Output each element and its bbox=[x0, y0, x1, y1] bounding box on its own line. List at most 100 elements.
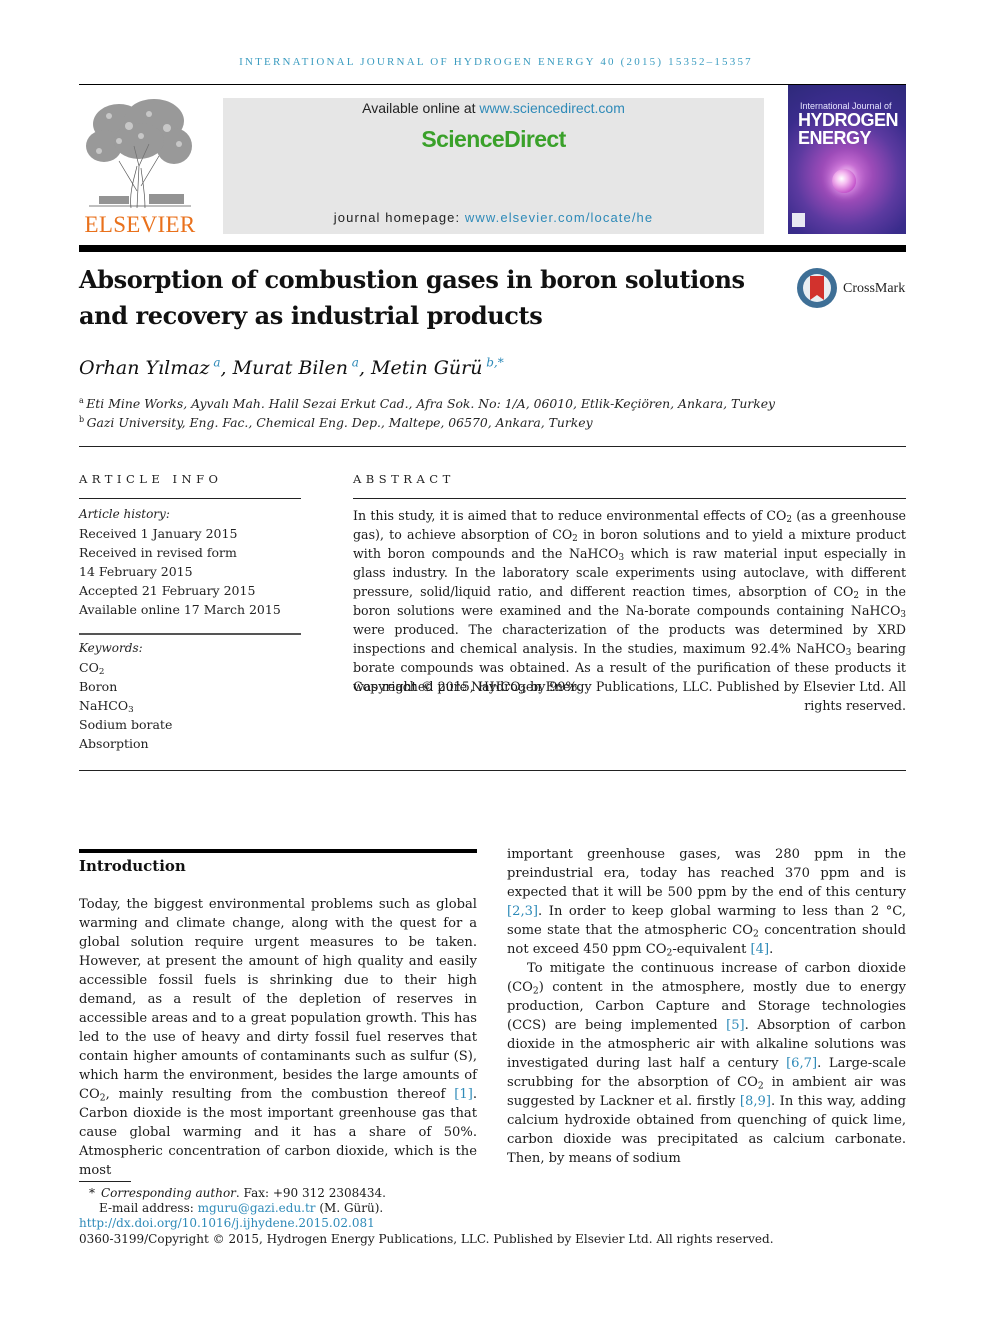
cover-title-line1: HYDROGEN bbox=[798, 110, 899, 130]
asterisk-marker: * bbox=[89, 1186, 101, 1200]
affiliation-key: b bbox=[79, 414, 85, 424]
available-online-prefix: Available online at bbox=[362, 100, 480, 116]
introduction-rule bbox=[79, 849, 477, 853]
article-info-divider bbox=[79, 498, 301, 499]
body-paragraph: important greenhouse gases, was 280 ppm … bbox=[507, 845, 906, 959]
body-paragraph: To mitigate the continuous increase of c… bbox=[507, 959, 906, 1168]
doi-footnote: http://dx.doi.org/10.1016/j.ijhydene.201… bbox=[79, 1216, 375, 1230]
body-column-right: important greenhouse gases, was 280 ppm … bbox=[507, 845, 906, 1168]
article-title-line1: Absorption of combustion gases in boron … bbox=[79, 265, 745, 294]
text-run: were produced. The characterization of t… bbox=[353, 622, 906, 656]
history-accepted: Accepted 21 February 2015 bbox=[79, 583, 256, 598]
footnote-divider bbox=[79, 1181, 131, 1182]
header-divider bbox=[79, 245, 906, 252]
affiliation-text: Gazi University, Eng. Fac., Chemical Eng… bbox=[86, 415, 593, 430]
fax-text: . Fax: +90 312 2308434. bbox=[235, 1186, 386, 1200]
affiliation-divider bbox=[79, 446, 906, 447]
citation-link[interactable]: [6,7] bbox=[786, 1056, 817, 1071]
journal-homepage-link[interactable]: www.elsevier.com/locate/he bbox=[465, 210, 653, 225]
keyword-item[interactable]: Boron bbox=[79, 679, 117, 694]
email-owner: (M. Gürü). bbox=[315, 1201, 384, 1215]
keyword-item[interactable]: Sodium borate bbox=[79, 717, 172, 732]
abstract-heading: ABSTRACT bbox=[353, 472, 455, 486]
sciencedirect-wordmark[interactable]: ScienceDirect bbox=[223, 126, 764, 153]
author-affiliation-marker[interactable]: a bbox=[352, 356, 359, 370]
abstract-body: In this study, it is aimed that to reduc… bbox=[353, 506, 906, 696]
affiliation-a: a Eti Mine Works, Ayvalı Mah. Halil Seza… bbox=[79, 396, 775, 411]
journal-cover-image[interactable]: International Journal of HYDROGEN ENERGY bbox=[788, 85, 906, 234]
author-separator: , bbox=[358, 357, 372, 379]
available-online-text: Available online at www.sciencedirect.co… bbox=[223, 100, 764, 116]
abstract-end-divider bbox=[79, 770, 906, 771]
journal-homepage-text: journal homepage: www.elsevier.com/locat… bbox=[223, 210, 764, 225]
author-separator: , bbox=[220, 357, 233, 379]
abstract-divider bbox=[353, 498, 906, 499]
sciencedirect-banner: Available online at www.sciencedirect.co… bbox=[223, 98, 764, 234]
issn-copyright: 0360-3199/Copyright © 2015, Hydrogen Ene… bbox=[79, 1232, 774, 1246]
running-header: INTERNATIONAL JOURNAL OF HYDROGEN ENERGY… bbox=[239, 56, 753, 68]
elsevier-wordmark: ELSEVIER bbox=[84, 212, 196, 237]
author-list: Orhan Yılmaz a, Murat Bilen a, Metin Gür… bbox=[79, 357, 504, 379]
article-info-heading: ARTICLE INFO bbox=[79, 472, 223, 486]
text-run: , mainly resulting from the combustion t… bbox=[105, 1087, 455, 1102]
keyword-text: Absorption bbox=[79, 736, 149, 751]
history-revised-date: 14 February 2015 bbox=[79, 564, 193, 579]
text-run: . bbox=[769, 942, 774, 957]
keyword-item[interactable]: NaHCO3 bbox=[79, 698, 134, 716]
keyword-text: CO bbox=[79, 660, 99, 675]
keywords-divider bbox=[79, 633, 301, 635]
citation-link[interactable]: [1] bbox=[454, 1087, 473, 1102]
affiliation-text: Eti Mine Works, Ayvalı Mah. Halil Sezai … bbox=[86, 396, 776, 411]
email-footnote: E-mail address: mguru@gazi.edu.tr (M. Gü… bbox=[79, 1201, 383, 1215]
author-name[interactable]: Murat Bilen bbox=[233, 357, 348, 379]
cover-title-line2: ENERGY bbox=[798, 128, 872, 148]
text-run: -equivalent bbox=[672, 942, 751, 957]
top-rule bbox=[79, 84, 906, 85]
article-title-line2: and recovery as industrial products bbox=[79, 301, 543, 330]
introduction-heading: Introduction bbox=[79, 857, 186, 875]
crossmark-button[interactable]: CrossMark bbox=[797, 268, 909, 310]
cover-title-main: HYDROGEN ENERGY bbox=[798, 110, 899, 148]
cover-orb-graphic bbox=[832, 169, 856, 193]
body-paragraph: Today, the biggest environmental problem… bbox=[79, 895, 477, 1180]
keywords-label: Keywords: bbox=[79, 641, 143, 655]
text-run: Today, the biggest environmental problem… bbox=[79, 897, 477, 1102]
keyword-item[interactable]: CO2 bbox=[79, 660, 105, 678]
affiliation-b: b Gazi University, Eng. Fac., Chemical E… bbox=[79, 415, 593, 430]
abstract-copyright: Copyright © 2015, Hydrogen Energy Public… bbox=[353, 679, 906, 713]
affiliation-key: a bbox=[79, 395, 84, 405]
citation-link[interactable]: [8,9] bbox=[740, 1094, 771, 1109]
article-history-label: Article history: bbox=[79, 507, 170, 521]
corresponding-author-label: Corresponding author bbox=[101, 1186, 236, 1200]
keyword-subscript: 2 bbox=[98, 667, 105, 678]
author-affiliation-marker[interactable]: b,* bbox=[486, 356, 504, 370]
sciencedirect-link[interactable]: www.sciencedirect.com bbox=[479, 100, 625, 116]
corresponding-author-footnote: * Corresponding author. Fax: +90 312 230… bbox=[79, 1186, 386, 1200]
text-run: In this study, it is aimed that to reduc… bbox=[353, 508, 787, 523]
history-available-online: Available online 17 March 2015 bbox=[79, 602, 281, 617]
citation-link[interactable]: [4] bbox=[751, 942, 770, 957]
cover-publisher-icon bbox=[792, 213, 805, 227]
article-title: Absorption of combustion gases in boron … bbox=[79, 262, 779, 334]
email-link[interactable]: mguru@gazi.edu.tr bbox=[198, 1201, 316, 1215]
email-label: E-mail address: bbox=[99, 1201, 198, 1215]
author-affiliation-marker[interactable]: a bbox=[213, 356, 220, 370]
text-run: important greenhouse gases, was 280 ppm … bbox=[507, 847, 906, 900]
subscript: 3 bbox=[900, 610, 906, 621]
crossmark-label: CrossMark bbox=[843, 281, 906, 296]
citation-link[interactable]: [2,3] bbox=[507, 904, 538, 919]
keyword-subscript: 3 bbox=[128, 705, 134, 716]
body-column-left: Today, the biggest environmental problem… bbox=[79, 895, 477, 1180]
keyword-text: Boron bbox=[79, 679, 118, 694]
author-name[interactable]: Orhan Yılmaz bbox=[79, 357, 210, 379]
keyword-item[interactable]: Absorption bbox=[79, 736, 149, 751]
crossmark-icon bbox=[797, 268, 837, 308]
keyword-text: Sodium borate bbox=[79, 717, 173, 732]
citation-link[interactable]: [5] bbox=[726, 1018, 745, 1033]
history-revised-label: Received in revised form bbox=[79, 545, 237, 560]
author-name[interactable]: Metin Gürü bbox=[371, 357, 482, 379]
keyword-text: NaHCO bbox=[79, 698, 129, 713]
history-received: Received 1 January 2015 bbox=[79, 526, 238, 541]
journal-homepage-prefix: journal homepage: bbox=[333, 210, 465, 225]
doi-link[interactable]: http://dx.doi.org/10.1016/j.ijhydene.201… bbox=[79, 1216, 375, 1230]
